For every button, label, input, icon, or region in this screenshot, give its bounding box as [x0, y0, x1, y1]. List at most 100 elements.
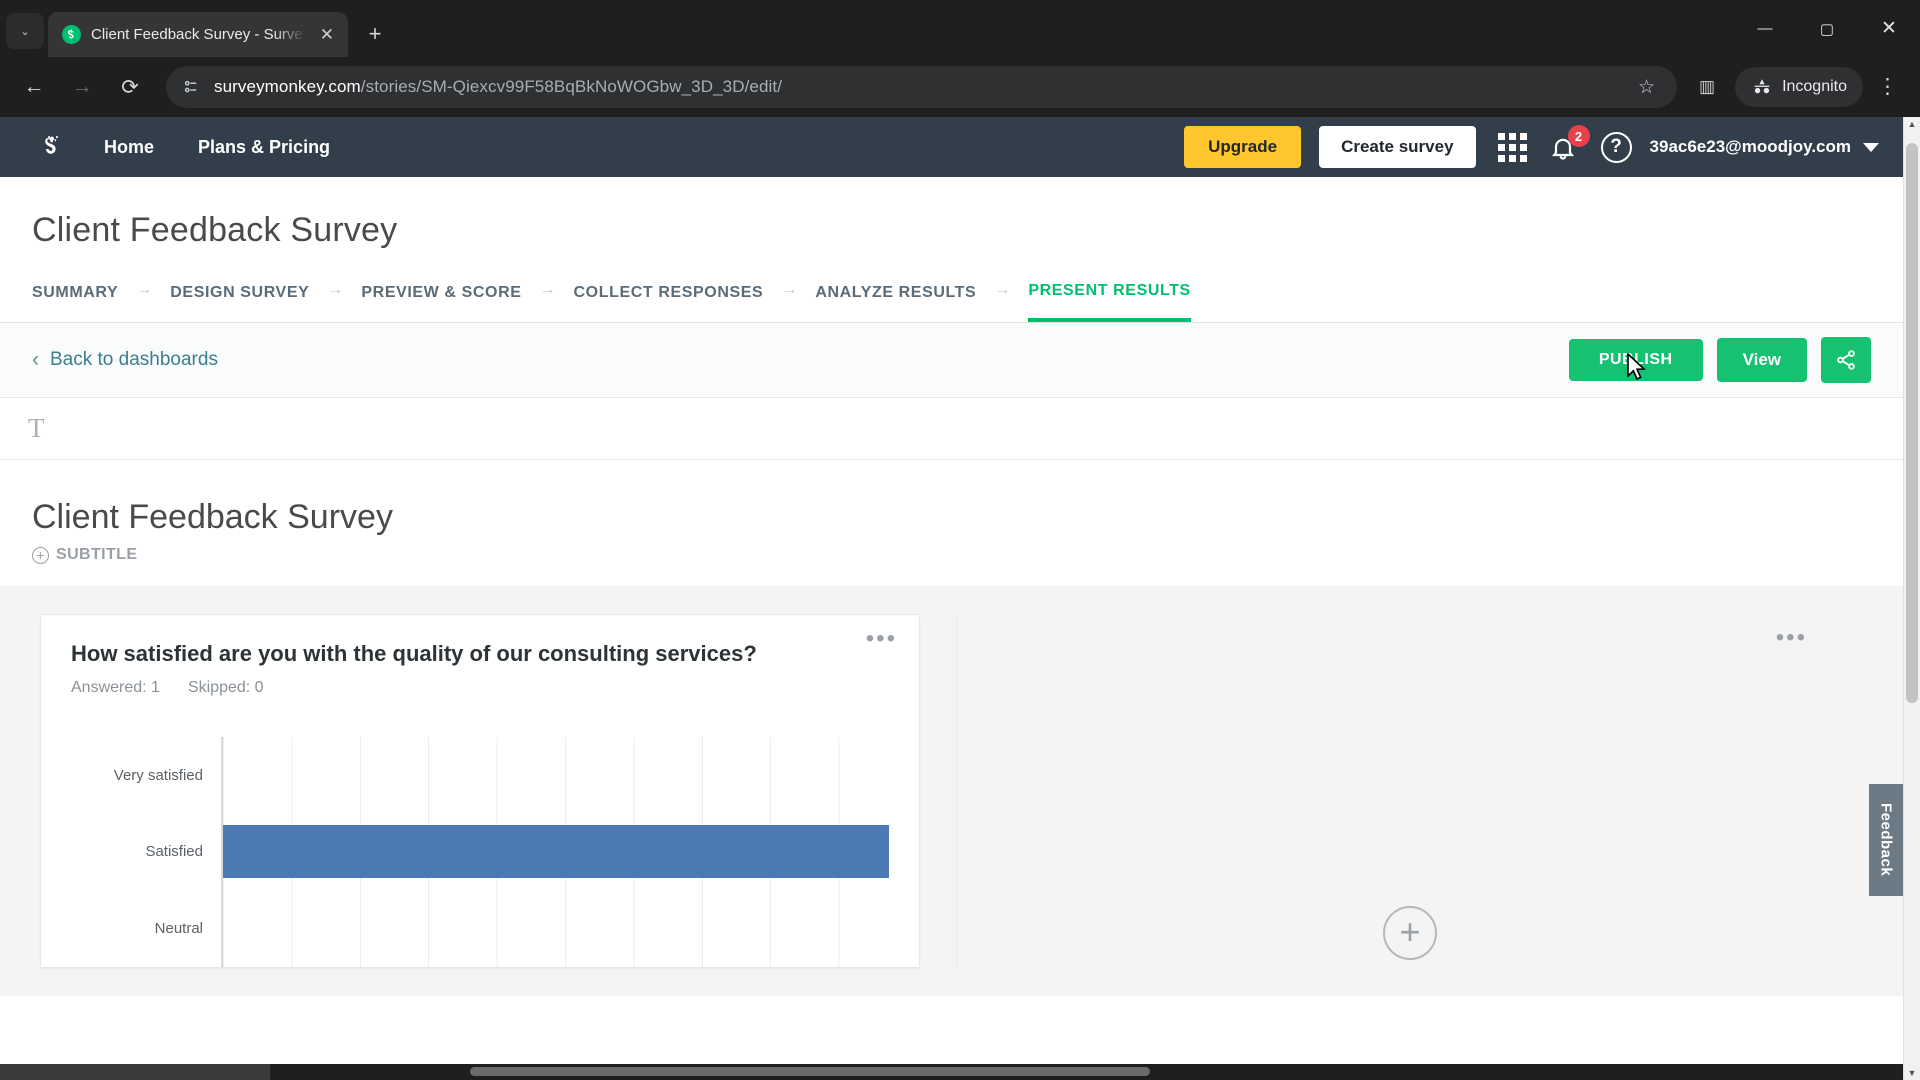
tab-separator-icon: →	[994, 281, 1011, 298]
feedback-tab[interactable]: Feedback	[1869, 784, 1903, 896]
notifications-button[interactable]: 2	[1549, 125, 1590, 164]
new-tab-button[interactable]: +	[358, 17, 392, 51]
share-button[interactable]	[1821, 337, 1871, 383]
add-widget-button[interactable]: +	[1383, 906, 1437, 960]
side-panel-icon[interactable]: ▥	[1691, 73, 1723, 101]
surveymonkey-logo-icon[interactable]	[24, 131, 82, 163]
chart-row	[223, 815, 889, 889]
bookmark-star-icon[interactable]: ☆	[1630, 72, 1663, 103]
account-menu[interactable]: 39ac6e23@moodjoy.com	[1650, 137, 1879, 157]
browser-tab[interactable]: Client Feedback Survey - Surve ✕	[48, 12, 348, 57]
tab-title: Client Feedback Survey - Surve	[91, 26, 303, 43]
chevron-down-icon	[1863, 142, 1879, 152]
url-text: surveymonkey.com/stories/SM-Qiexcv99F58B…	[214, 77, 782, 97]
dashboard-action-bar: ‹ Back to dashboards PUBLISH View	[0, 323, 1903, 398]
horizontal-scroll-thumb[interactable]	[470, 1067, 1150, 1076]
forward-icon[interactable]: →	[60, 65, 104, 109]
browser-toolbar: ← → ⟳ surveymonkey.com/stories/SM-Qiexcv…	[0, 57, 1920, 117]
incognito-label: Incognito	[1782, 78, 1847, 95]
address-bar[interactable]: surveymonkey.com/stories/SM-Qiexcv99F58B…	[166, 66, 1677, 108]
apps-grid-icon[interactable]	[1494, 129, 1531, 166]
site-settings-icon[interactable]	[180, 76, 202, 98]
chart-bars	[223, 737, 889, 967]
browser-menu-icon[interactable]: ⋮	[1867, 76, 1908, 96]
page-title: Client Feedback Survey	[32, 211, 398, 249]
chevron-left-icon: ‹	[32, 348, 39, 371]
browser-window: ⌄ Client Feedback Survey - Surve ✕ + — ▢…	[0, 0, 1920, 1080]
help-icon[interactable]: ?	[1600, 131, 1632, 163]
survey-header: Client Feedback Survey	[0, 177, 1903, 250]
url-path: /stories/SM-Qiexcv99F58BqBkNoWOGbw_3D_3D…	[360, 77, 783, 96]
y-tick-label: Satisfied	[145, 843, 203, 861]
dashboard-actions: PUBLISH View	[1568, 337, 1871, 383]
text-tool-icon[interactable]: T	[22, 413, 51, 444]
notification-count-badge: 2	[1567, 125, 1590, 147]
url-host: surveymonkey.com	[214, 77, 361, 96]
tab-preview-score[interactable]: PREVIEW & SCORE	[361, 278, 521, 320]
tab-present-results[interactable]: PRESENT RESULTS	[1028, 276, 1191, 322]
card-options-icon[interactable]: •••	[866, 627, 897, 651]
tab-design-survey[interactable]: DESIGN SURVEY	[170, 278, 309, 320]
dashboard-canvas: ••• How satisfied are you with the quali…	[0, 586, 1903, 996]
minimize-icon[interactable]: —	[1734, 0, 1796, 57]
y-tick-label: Very satisfied	[113, 766, 203, 784]
back-to-dashboards-label: Back to dashboards	[50, 349, 218, 370]
scrollbar-track-left	[0, 1064, 270, 1080]
horizontal-scrollbar[interactable]	[0, 1064, 1903, 1080]
tab-separator-icon: →	[327, 281, 344, 298]
dashboard-title-block: Client Feedback Survey + SUBTITLE	[0, 460, 1903, 586]
empty-widget-slot[interactable]: ••• +	[956, 614, 1863, 968]
tab-summary[interactable]: SUMMARY	[32, 278, 118, 320]
incognito-icon	[1754, 79, 1770, 94]
app-nav-actions: Upgrade Create survey 2 ? 39ac6e23@moodj…	[1184, 125, 1879, 168]
tab-separator-icon: →	[539, 281, 556, 298]
tab-analyze-results[interactable]: ANALYZE RESULTS	[815, 278, 976, 320]
question-meta: Answered: 1 Skipped: 0	[71, 679, 889, 697]
bar-satisfied	[223, 825, 889, 879]
page-viewport: Home Plans & Pricing Upgrade Create surv…	[0, 117, 1920, 1080]
view-button[interactable]: View	[1716, 338, 1807, 382]
question-title: How satisfied are you with the quality o…	[71, 641, 757, 666]
plus-circle-icon: +	[32, 546, 49, 564]
vertical-scrollbar[interactable]: ▲ ▼	[1903, 117, 1920, 1080]
surveymonkey-app: Home Plans & Pricing Upgrade Create surv…	[0, 117, 1903, 1080]
reload-icon[interactable]: ⟳	[108, 65, 152, 109]
back-icon[interactable]: ←	[12, 65, 56, 109]
omnibox-actions: ☆	[1630, 72, 1663, 103]
chart-card[interactable]: ••• How satisfied are you with the quali…	[40, 614, 920, 968]
scroll-up-icon[interactable]: ▲	[1908, 119, 1917, 129]
share-icon	[1837, 350, 1855, 370]
browser-tabstrip: ⌄ Client Feedback Survey - Surve ✕ + — ▢…	[0, 0, 1920, 57]
publish-button[interactable]: PUBLISH	[1568, 339, 1703, 381]
dashboard-title[interactable]: Client Feedback Survey	[32, 498, 1871, 537]
upgrade-button[interactable]: Upgrade	[1184, 126, 1302, 168]
maximize-icon[interactable]: ▢	[1796, 0, 1858, 57]
create-survey-button[interactable]: Create survey	[1319, 126, 1476, 168]
add-subtitle-label: SUBTITLE	[56, 546, 138, 563]
chart-row	[223, 738, 889, 812]
scroll-down-icon[interactable]: ▼	[1908, 1068, 1917, 1078]
chart-row	[223, 892, 889, 966]
tab-separator-icon: →	[136, 281, 153, 298]
tab-search-button[interactable]: ⌄	[6, 13, 44, 49]
window-close-icon[interactable]: ✕	[1858, 0, 1920, 57]
close-icon[interactable]: ✕	[316, 22, 338, 47]
editor-toolbar: T	[0, 398, 1903, 460]
back-to-dashboards-link[interactable]: ‹ Back to dashboards	[32, 348, 218, 372]
nav-link-home[interactable]: Home	[82, 137, 176, 158]
nav-link-plans-pricing[interactable]: Plans & Pricing	[176, 137, 352, 158]
account-email: 39ac6e23@moodjoy.com	[1649, 137, 1851, 156]
app-top-nav: Home Plans & Pricing Upgrade Create surv…	[0, 117, 1903, 177]
bar-chart: Very satisfied Satisfied Neutral	[71, 737, 889, 967]
vertical-scroll-thumb[interactable]	[1906, 143, 1918, 703]
chevron-down-icon: ⌄	[20, 25, 30, 38]
window-controls: — ▢ ✕	[1734, 0, 1920, 57]
surveymonkey-favicon-icon	[62, 25, 81, 44]
incognito-indicator[interactable]: Incognito	[1735, 67, 1863, 107]
add-subtitle-button[interactable]: + SUBTITLE	[32, 546, 1871, 564]
skipped-count: Skipped: 0	[187, 679, 264, 696]
slot-options-icon[interactable]: •••	[1776, 626, 1807, 650]
y-tick-label: Neutral	[154, 920, 203, 938]
survey-tabs: SUMMARY → DESIGN SURVEY → PREVIEW & SCOR…	[0, 250, 1903, 323]
tab-collect-responses[interactable]: COLLECT RESPONSES	[574, 278, 764, 320]
